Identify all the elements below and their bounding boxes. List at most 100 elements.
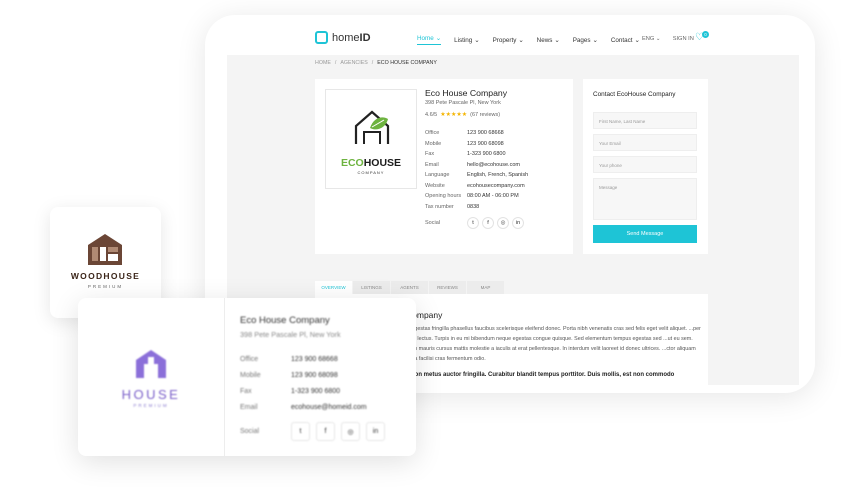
breadcrumb-agencies[interactable]: AGENCIES — [340, 60, 367, 66]
detail-value[interactable]: ecohouse@homeid.com — [291, 400, 367, 416]
instagram-icon[interactable]: ◎ — [341, 422, 360, 441]
detail-row: Website ecohousecompany.com — [425, 181, 528, 192]
house-agency-info: Eco House Company 398 Pete Pascale Pl, N… — [240, 298, 410, 456]
breadcrumb-current: ECO HOUSE COMPANY — [377, 60, 437, 66]
detail-label: Office — [240, 356, 259, 363]
detail-row: Mobile 123 900 68098 — [240, 368, 367, 384]
agency-social: Social t f ◎ in — [240, 422, 391, 441]
detail-value[interactable]: ecohousecompany.com — [467, 181, 525, 192]
rating-value: 4.6/5 — [425, 111, 438, 118]
detail-label: Opening hours — [425, 193, 462, 199]
detail-label: Office — [425, 130, 440, 136]
woodhouse-name: WOODHOUSE — [70, 271, 141, 281]
detail-label: Mobile — [240, 372, 261, 379]
house-logo: HOUSE PREMIUM — [78, 298, 224, 456]
company-name: Eco House Company — [425, 88, 508, 98]
detail-value[interactable]: hello@ecohouse.com — [467, 160, 520, 171]
detail-value: 123 900 68098 — [467, 140, 504, 147]
tab-agents[interactable]: AGENTS — [391, 281, 428, 294]
detail-value: 1-323 900 6800 — [291, 388, 341, 395]
nav-pages[interactable]: Pages ⌄ — [573, 35, 598, 45]
facebook-icon[interactable]: f — [316, 422, 335, 441]
overview-highlight: ...non metus auctor fringilla. Curabitur… — [406, 372, 675, 378]
house-logo-subtext: PREMIUM — [133, 403, 169, 408]
detail-row: Language English, French, Spanish — [425, 170, 528, 181]
detail-label: Email — [240, 404, 258, 411]
detail-label: Fax — [240, 388, 252, 395]
social-label: Social — [425, 220, 440, 226]
tab-reviews[interactable]: REVIEWS — [429, 281, 466, 294]
instagram-icon[interactable]: ◎ — [497, 217, 509, 229]
main-nav: Home ⌄ Listing ⌄ Property ⌄ News ⌄ Pages ⌄ Co… — [417, 35, 640, 45]
breadcrumb: HOME / AGENCIES / ECO HOUSE COMPANY — [315, 60, 437, 66]
eco-logo-text: ECOHOUSE — [340, 157, 402, 169]
breadcrumb-separator: / — [334, 60, 337, 66]
chevron-down-icon: ⌄ — [474, 36, 480, 44]
woodhouse-subtitle: PREMIUM — [87, 284, 124, 289]
detail-row: Fax 1-323 900 6800 — [240, 384, 367, 400]
nav-property[interactable]: Property ⌄ — [493, 35, 524, 45]
message-input[interactable]: Message — [593, 178, 697, 220]
tab-map[interactable]: MAP — [467, 281, 504, 294]
company-tabs: OVERVIEW LISTINGS AGENTS REVIEWS MAP — [315, 281, 505, 294]
twitter-icon[interactable]: t — [291, 422, 310, 441]
detail-value: 123 900 68098 — [291, 372, 338, 379]
tab-overview[interactable]: OVERVIEW — [315, 281, 352, 294]
company-details: Office 123 900 68668 Mobile 123 900 68098 … — [425, 128, 528, 212]
detail-value: 1-323 900 6800 — [467, 151, 506, 157]
house-logo-text: HOUSE — [121, 387, 181, 402]
detail-label: Email — [425, 161, 439, 168]
house-agency-card: HOUSE PREMIUM Eco House Company 398 Pete… — [78, 298, 416, 456]
eco-logo-subtext: COMPANY — [357, 170, 385, 175]
logo-text: homeID — [332, 31, 371, 44]
breadcrumb-separator: / — [371, 60, 374, 66]
chevron-down-icon: ⌄ — [435, 35, 442, 42]
detail-label: Website — [425, 182, 445, 189]
woodhouse-icon — [88, 234, 122, 265]
linkedin-icon[interactable]: in — [366, 422, 385, 441]
chevron-down-icon: ⌄ — [592, 36, 598, 44]
contact-title: Contact EcoHouse Company — [593, 91, 676, 98]
review-count[interactable]: (67 reviews) — [470, 112, 500, 118]
detail-row: Office 123 900 68668 — [425, 128, 528, 139]
facebook-icon[interactable]: f — [482, 217, 494, 229]
site-logo[interactable]: homeID — [315, 31, 371, 44]
agency-name: Eco House Company — [240, 315, 330, 326]
detail-value: 123 900 68668 — [291, 356, 338, 363]
agency-details: Office 123 900 68668 Mobile 123 900 68098 … — [240, 352, 367, 416]
company-card: ECOHOUSE COMPANY Eco House Company 398 P… — [315, 79, 573, 254]
name-input[interactable]: First Name, Last Name — [593, 112, 697, 129]
nav-news[interactable]: News ⌄ — [537, 35, 560, 45]
nav-contact[interactable]: Contact ⌄ — [611, 35, 640, 45]
company-social: Social t f ◎ in — [425, 217, 527, 229]
phone-input[interactable]: Your phone — [593, 156, 697, 173]
detail-label: Mobile — [425, 140, 442, 147]
social-label: Social — [240, 428, 260, 435]
chevron-down-icon: ⌄ — [518, 36, 524, 44]
overview-text: ... ligestas fringilla phasellus faucibu… — [406, 326, 701, 362]
nav-listing[interactable]: Listing ⌄ — [454, 35, 479, 45]
signin-link[interactable]: SIGN IN — [673, 36, 694, 42]
detail-row: Tax number 0838 — [425, 202, 528, 213]
detail-value: English, French, Spanish — [467, 172, 529, 178]
eco-house-icon — [354, 110, 390, 144]
nav-home[interactable]: Home ⌄ — [417, 35, 442, 45]
send-message-button[interactable]: Send Message — [593, 225, 697, 243]
email-input[interactable]: Your Email — [593, 134, 697, 151]
site-header: homeID Home ⌄ Listing ⌄ Property ⌄ News ⌄ Pa… — [227, 28, 799, 54]
marketing-stage: homeID Home ⌄ Listing ⌄ Property ⌄ News ⌄ Pa… — [0, 0, 846, 504]
tab-listings[interactable]: LISTINGS — [353, 281, 390, 294]
star-rating-icon: ★★★★★ — [440, 112, 468, 118]
company-rating: 4.6/5 ★★★★★ (67 reviews) — [425, 111, 500, 119]
detail-row: Email hello@ecohouse.com — [425, 160, 528, 171]
chevron-down-icon: ⌄ — [634, 36, 640, 44]
detail-row: Email ecohouse@homeid.com — [240, 400, 367, 416]
linkedin-icon[interactable]: in — [512, 217, 524, 229]
language-select[interactable]: ENG ⌄ — [642, 36, 661, 42]
company-logo: ECOHOUSE COMPANY — [325, 89, 417, 189]
home-logo-icon — [315, 31, 328, 44]
agency-address: 398 Pete Pascale Pl, New York — [240, 330, 341, 339]
twitter-icon[interactable]: t — [467, 217, 479, 229]
detail-value: 0838 — [467, 203, 480, 210]
breadcrumb-home[interactable]: HOME — [315, 60, 331, 66]
